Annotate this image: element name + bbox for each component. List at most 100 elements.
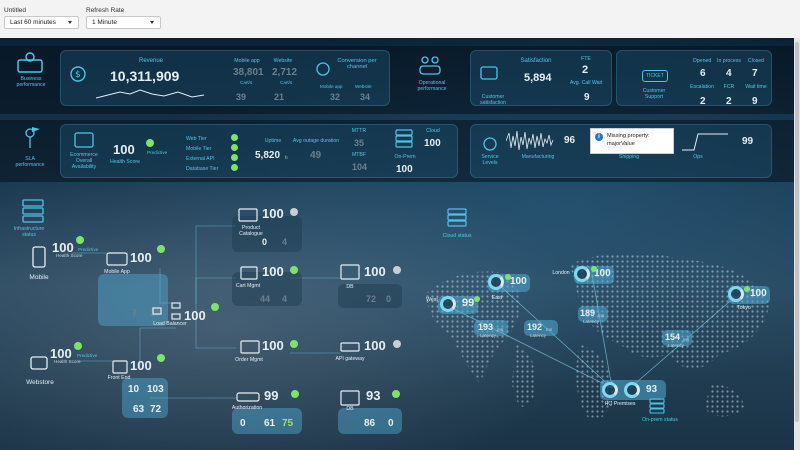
webstore-predictive-label: Predictive [77,353,98,358]
db1-dot [393,266,401,274]
west-value: 99 [462,297,475,309]
front-end-label: Front End [107,375,131,381]
authorization-a: 0 [240,418,246,429]
cloud-status-icon [447,208,467,227]
refresh-rate-select[interactable]: 1 Minute [86,16,161,29]
latency-3-unit: ms [598,313,605,318]
latency-1-label: Latency [480,333,497,338]
front-end-icon [112,360,128,374]
london-dot [591,266,597,272]
east-dot [505,274,511,280]
time-range-select[interactable]: Last 60 minutes [4,16,79,29]
front-end-b: 103 [147,384,164,395]
cart-mgmt-b: 4 [282,294,288,304]
cart-mgmt-dot [290,266,298,274]
cloud-status-label: Cloud status [442,233,472,239]
scrollbar-thumb[interactable] [795,42,799,422]
chevron-down-icon [68,21,72,24]
product-catalogue-a: 0 [262,237,268,247]
front-end-value: 100 [130,358,152,373]
hq-value: 93 [646,384,658,395]
latency-4-unit: ms [683,337,690,342]
missing-property-tooltip: i Missing property: majorValue [590,128,674,154]
latency-2-label: Latency [530,333,547,338]
db1-label: DB [346,284,354,290]
order-mgmt-dot [290,340,298,348]
tooltip-line-2: majorValue [607,141,635,147]
hq-label: HQ Premises [604,401,636,407]
db2-dot [392,390,400,398]
webstore-label: Webstore [26,379,54,386]
tooltip-line-1: Missing property: [607,133,650,139]
east-label: East [491,295,503,301]
product-catalogue-label: Product Catalogue [239,225,263,237]
hq-gauge-2 [624,382,640,398]
mobile-app-a: 7 [132,308,138,318]
db2-label: DB [346,406,354,412]
front-end-c: 63 [133,404,145,415]
front-end-d: 72 [150,404,162,415]
latency-1-value: 193 [478,322,494,332]
vertical-scrollbar[interactable] [794,38,800,450]
toolbar: Untitled Last 60 minutes Refresh Rate 1 … [0,0,800,38]
api-gateway-label: API gateway [335,356,365,362]
order-mgmt-value: 100 [262,338,284,353]
chevron-down-icon [150,21,154,24]
latency-3-value: 189 [580,308,596,318]
order-mgmt-label: Order Mgmt [235,357,263,363]
onprem-server-icon [649,398,665,414]
api-gateway-value: 100 [364,338,386,353]
api-gateway-dot [393,340,401,348]
tokyo-value: 100 [750,288,767,299]
tokyo-dot [744,286,750,292]
front-end-dot [157,354,165,362]
dashboard-canvas: Business performance $ Revenue 10,311,90… [0,38,794,450]
mobile-health-label: Health Score [56,253,83,258]
db1-b: 0 [386,294,392,304]
load-balancer-icon [152,302,181,320]
mobile-app-value: 100 [130,250,152,265]
database-icon [340,264,360,280]
product-catalogue-icon [238,208,258,222]
load-balancer-dot [211,303,219,311]
product-catalogue-dot [290,208,298,216]
authorization-dot [291,390,299,398]
order-mgmt-icon [240,340,260,354]
latency-4-value: 154 [665,332,681,342]
refresh-rate-value: 1 Minute [92,19,117,26]
west-gauge [440,296,456,312]
mobile-app-dot [157,245,165,253]
latency-3-label: Latency [583,319,600,324]
latency-1-unit: ms [497,327,504,332]
latency-2-value: 192 [527,322,543,332]
latency-2-unit: ms [546,327,553,332]
authorization-value: 99 [264,388,279,403]
east-gauge [488,274,504,290]
webstore-health-dot [74,342,82,350]
onprem-status-label: On-prem status [642,417,678,423]
db1-a: 72 [366,294,377,304]
webstore-icon [30,356,48,370]
hq-gauge-1 [602,382,618,398]
product-catalogue-b: 4 [282,237,288,247]
mobile-label: Mobile [29,274,49,281]
info-icon: i [595,133,603,141]
time-range-value: Last 60 minutes [10,19,56,26]
authorization-icon [236,392,260,402]
product-catalogue-value: 100 [262,206,284,221]
webstore-health-label: Health Score [54,359,81,364]
mobile-app-label: Mobile App [104,269,130,275]
database-icon [340,390,360,406]
latency-4-label: Latency [668,343,685,348]
db2-b: 0 [388,418,394,429]
cart-mgmt-a: 44 [260,294,271,304]
west-label: West [426,297,438,303]
load-balancer-value: 100 [184,308,206,323]
london-gauge [574,266,590,282]
front-end-a: 10 [128,384,140,395]
tokyo-label: Tokyo [737,305,751,311]
west-dot [474,296,480,302]
authorization-label: Authorization [231,405,263,411]
dashboard-title: Untitled [4,7,27,14]
east-value: 100 [510,276,527,287]
